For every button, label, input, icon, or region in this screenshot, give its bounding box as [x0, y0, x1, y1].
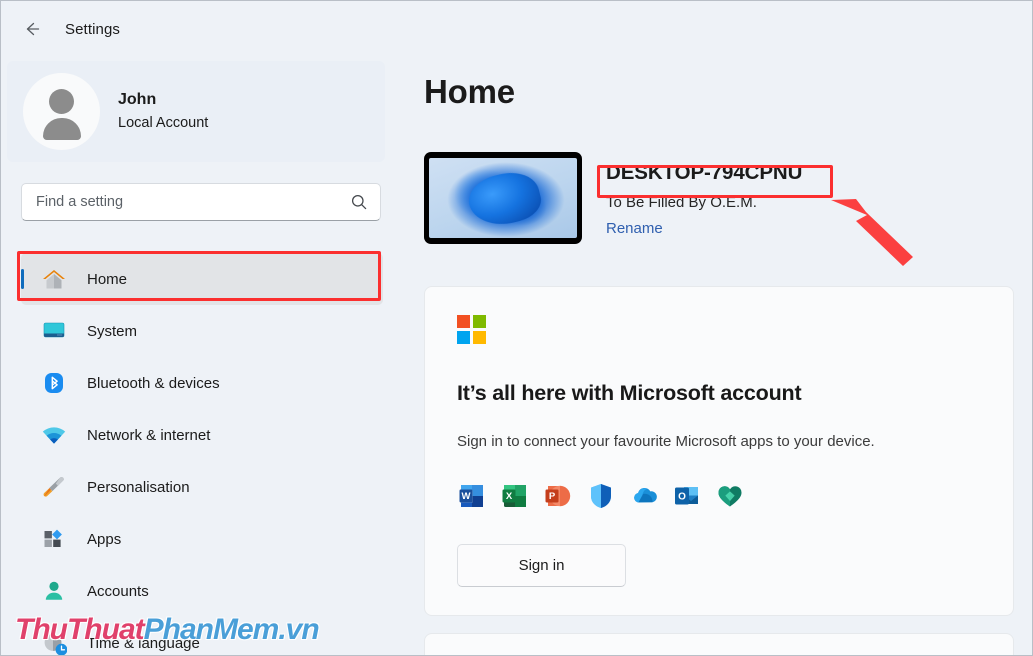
search-icon[interactable]: [350, 193, 368, 211]
svg-text:W: W: [462, 491, 471, 502]
selection-indicator: [21, 269, 24, 289]
back-arrow-icon: [22, 19, 42, 39]
excel-icon: X: [500, 481, 530, 511]
profile-account-type: Local Account: [118, 115, 209, 131]
ms-logo-blue: [457, 331, 470, 344]
page-title: Home: [424, 73, 515, 110]
settings-window: Settings John Local Account Find a setti…: [0, 0, 1033, 656]
ms-logo-green: [473, 315, 486, 328]
home-icon: [39, 265, 69, 293]
family-safety-icon: [715, 481, 745, 511]
profile-text: John Local Account: [118, 89, 208, 134]
main-content: Home DESKTOP-794CPNU To Be Filled By O.E…: [403, 57, 1032, 655]
app-icons-row: W X P O: [457, 481, 745, 511]
wifi-icon: [39, 421, 69, 449]
avatar-body: [42, 118, 81, 140]
sidebar-item-label: Home: [87, 270, 128, 288]
card-heading: It’s all here with Microsoft account: [457, 381, 802, 405]
bluetooth-icon: [39, 369, 69, 397]
sign-in-button[interactable]: Sign in: [457, 544, 626, 587]
card-subtitle: Sign in to connect your favourite Micros…: [457, 433, 875, 450]
search-input[interactable]: [36, 194, 350, 210]
sidebar-item-network-internet[interactable]: Network & internet: [21, 409, 383, 461]
svg-text:O: O: [678, 492, 686, 503]
windows-wallpaper-thumbnail: [424, 152, 582, 244]
sidebar-item-personalisation[interactable]: Personalisation: [21, 461, 383, 513]
navigation-list: Home System Bluetooth & devices Network …: [1, 253, 403, 655]
clock-globe-icon: [39, 629, 69, 655]
sidebar-item-label: Personalisation: [87, 478, 190, 496]
wallpaper-image: [429, 158, 577, 238]
profile-card[interactable]: John Local Account: [7, 61, 385, 162]
svg-text:P: P: [549, 491, 556, 502]
sidebar-item-label: Time & language: [87, 634, 200, 652]
sidebar-item-accounts[interactable]: Accounts: [21, 565, 383, 617]
microsoft-logo-icon: [457, 315, 486, 344]
search-box[interactable]: [21, 183, 381, 221]
ms-logo-red: [457, 315, 470, 328]
device-summary: DESKTOP-794CPNU To Be Filled By O.E.M. R…: [424, 152, 802, 244]
sidebar: John Local Account Find a setting Home S…: [1, 57, 403, 655]
next-card: [424, 633, 1014, 655]
sidebar-item-home[interactable]: Home: [21, 253, 383, 305]
paintbrush-icon: [39, 473, 69, 501]
sidebar-item-label: Bluetooth & devices: [87, 374, 220, 392]
outlook-icon: O: [672, 481, 702, 511]
device-info: DESKTOP-794CPNU To Be Filled By O.E.M. R…: [606, 152, 802, 244]
sidebar-item-label: Accounts: [87, 582, 149, 600]
apps-tiles-icon: [39, 525, 69, 553]
word-icon: W: [457, 481, 487, 511]
device-name: DESKTOP-794CPNU: [606, 161, 803, 184]
avatar-head: [49, 89, 74, 114]
person-icon: [39, 577, 69, 605]
monitor-icon: [39, 317, 69, 345]
powerpoint-icon: P: [543, 481, 573, 511]
sidebar-item-system[interactable]: System: [21, 305, 383, 357]
ms-logo-yellow: [473, 331, 486, 344]
svg-text:X: X: [506, 491, 513, 502]
onedrive-icon: [629, 481, 659, 511]
sidebar-item-label: Apps: [87, 530, 122, 548]
profile-name: John: [118, 91, 157, 108]
device-model: To Be Filled By O.E.M.: [606, 194, 757, 211]
person-avatar-icon: [23, 73, 100, 150]
back-button[interactable]: [15, 12, 49, 46]
rename-link[interactable]: Rename: [606, 217, 663, 241]
microsoft-account-card: It’s all here with Microsoft account Sig…: [424, 286, 1014, 616]
title-bar: Settings: [1, 1, 1032, 57]
sidebar-item-apps[interactable]: Apps: [21, 513, 383, 565]
sidebar-item-label: Network & internet: [87, 426, 211, 444]
sidebar-item-bluetooth-devices[interactable]: Bluetooth & devices: [21, 357, 383, 409]
sidebar-item-label: System: [87, 322, 138, 340]
defender-icon: [586, 481, 616, 511]
window-title: Settings: [65, 20, 120, 38]
sidebar-item-time-language[interactable]: Time & language: [21, 617, 383, 655]
